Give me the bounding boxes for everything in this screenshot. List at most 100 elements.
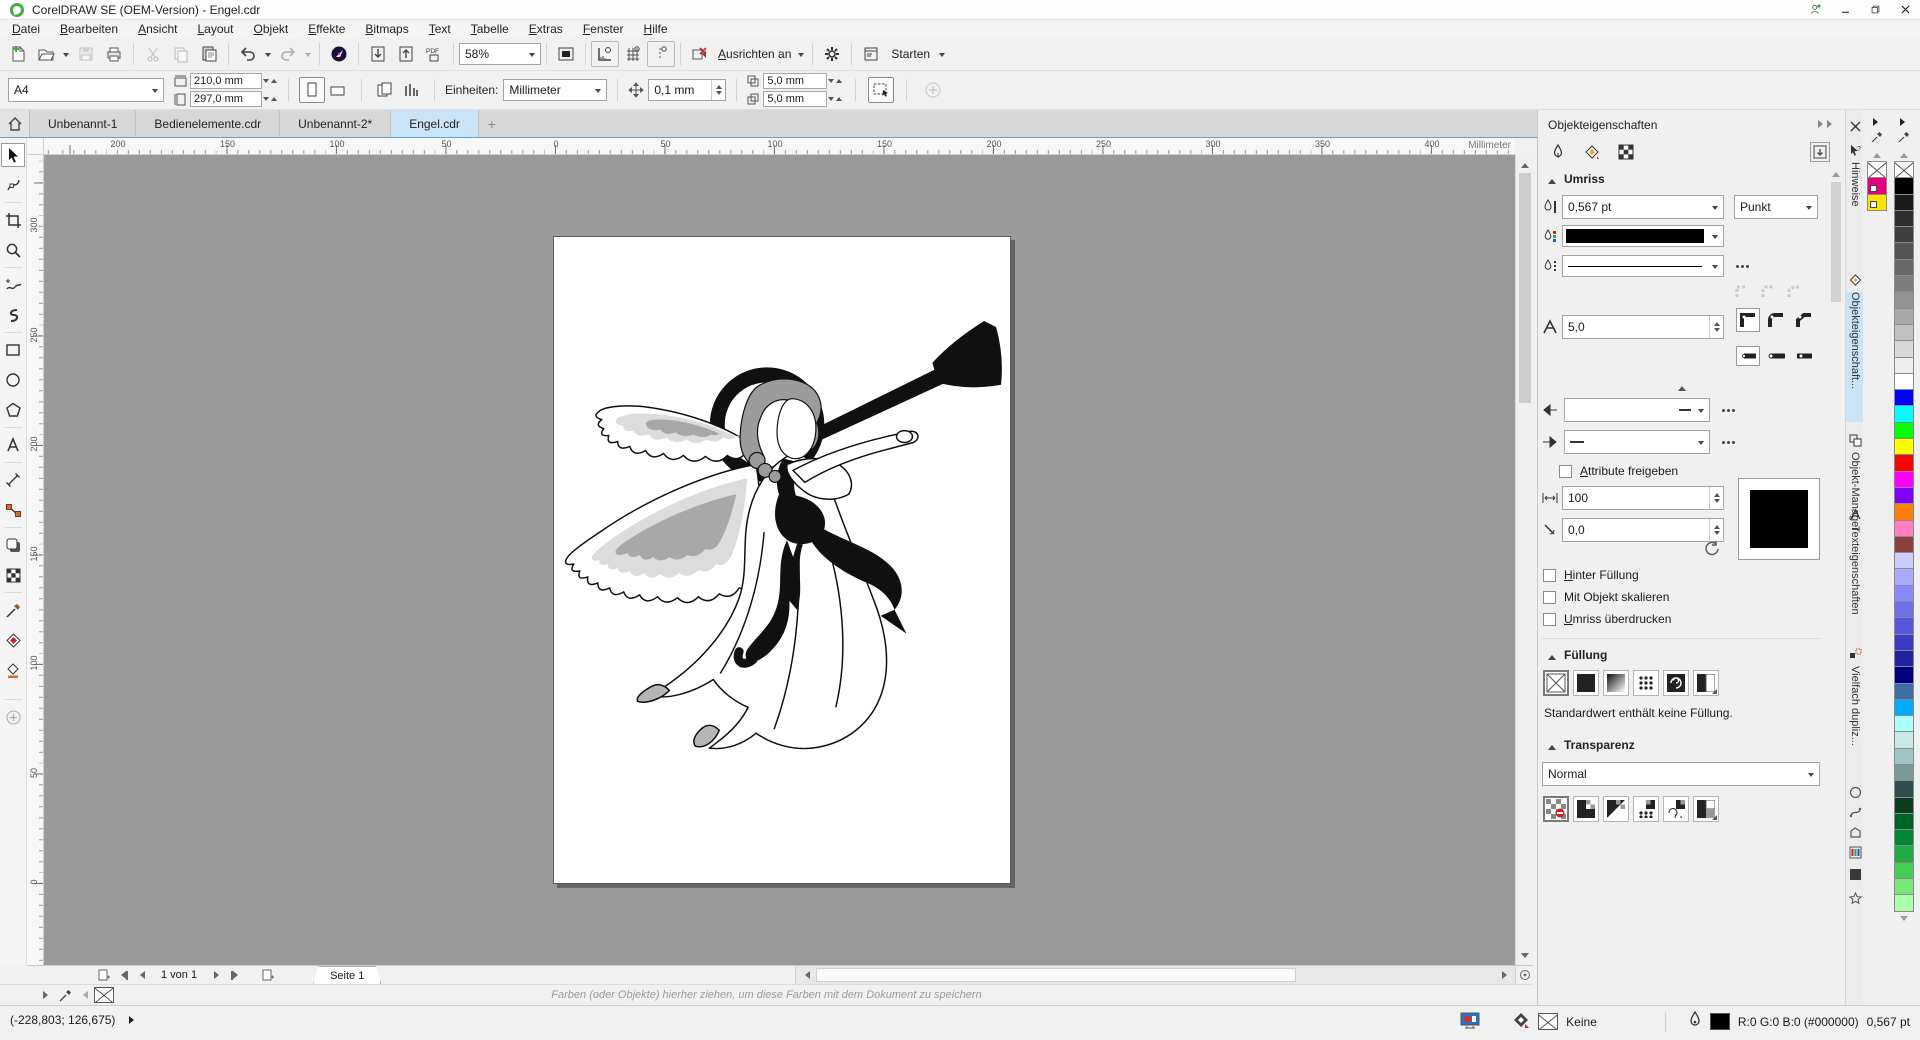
redo-button[interactable] <box>274 41 302 67</box>
search-content-button[interactable] <box>325 41 353 67</box>
color-swatch[interactable] <box>1894 764 1914 781</box>
transparency-tool[interactable] <box>1 563 25 587</box>
duplicate-x-spinner[interactable] <box>827 76 843 86</box>
corner-miter-button[interactable] <box>1736 308 1760 332</box>
ellipse-docker-icon[interactable] <box>1847 784 1863 800</box>
stretch-field[interactable]: 100 <box>1562 486 1724 510</box>
horizontal-ruler[interactable]: 20015010050050100150200250300350400 Mill… <box>44 138 1515 155</box>
color-swatch[interactable] <box>1894 291 1914 308</box>
freehand-tool[interactable] <box>1 273 25 297</box>
docker-scroll-thumb[interactable] <box>1831 182 1841 302</box>
transparency-fountain-button[interactable] <box>1603 796 1629 822</box>
scroll-to-setting-button[interactable] <box>1810 142 1830 162</box>
start-arrowhead-combo[interactable] <box>1564 398 1710 422</box>
color-swatch[interactable] <box>1894 275 1914 292</box>
hints-tab-icon[interactable]: ? <box>1847 142 1863 158</box>
merge-mode-dropdown[interactable] <box>1803 763 1819 785</box>
print-button[interactable] <box>100 41 128 67</box>
outline-style-settings-button[interactable] <box>1736 265 1749 268</box>
color-swatch[interactable] <box>1894 520 1914 537</box>
add-page-end-button[interactable] <box>259 966 277 984</box>
docker-tab-objekteigenschaften[interactable]: Objekteigenschaft... <box>1846 292 1864 422</box>
customize-toolbox-button[interactable] <box>1 705 25 729</box>
object-manager-tab-icon[interactable] <box>1847 432 1863 448</box>
color-swatch[interactable] <box>1894 503 1914 520</box>
palette-scroll-up[interactable] <box>1873 149 1881 158</box>
cap-round-button[interactable] <box>1764 346 1788 366</box>
pick-tool[interactable] <box>1 143 25 167</box>
behind-fill-checkbox[interactable] <box>1543 569 1556 582</box>
add-property-button[interactable] <box>919 77 947 103</box>
menu-item[interactable]: Datei <box>2 20 50 38</box>
start-arrowhead-settings[interactable] <box>1722 409 1735 412</box>
close-button[interactable] <box>1890 0 1920 20</box>
tilt-field[interactable]: 0,0 <box>1562 518 1724 542</box>
end-arrowhead-settings[interactable] <box>1722 441 1735 444</box>
outline-width-dropdown[interactable] <box>1707 196 1723 218</box>
duplicate-y-field[interactable]: 5,0 mm <box>763 91 827 107</box>
document-tab[interactable]: Unbenannt-2* <box>280 110 391 137</box>
fill-pattern-button[interactable] <box>1633 670 1659 696</box>
cap-square-button[interactable] <box>1792 346 1816 366</box>
nudge-spinner[interactable] <box>711 80 725 100</box>
horizontal-scrollbar[interactable] <box>795 966 1515 984</box>
crop-tool[interactable] <box>1 208 25 232</box>
docker-tab-hinweise[interactable]: Hinweise <box>1846 162 1864 234</box>
zoom-level-combo[interactable]: 58% <box>459 43 541 65</box>
dimension-tool[interactable] <box>1 468 25 492</box>
palette-eyedropper-icon[interactable] <box>1871 131 1883 146</box>
color-swatch[interactable] <box>1894 683 1914 700</box>
portrait-button[interactable] <box>299 77 325 103</box>
new-document-button[interactable] <box>4 41 32 67</box>
undo-button[interactable] <box>234 41 262 67</box>
fill-tab-icon[interactable] <box>1582 142 1602 162</box>
color-swatch[interactable] <box>1894 797 1914 814</box>
color-swatch[interactable] <box>1894 161 1914 178</box>
transparency-texture-button[interactable] <box>1663 796 1689 822</box>
landscape-button[interactable] <box>325 77 351 103</box>
menu-item[interactable]: Layout <box>187 20 243 38</box>
color-swatch[interactable] <box>1894 373 1914 390</box>
scroll-right-arrow[interactable] <box>1497 966 1515 984</box>
polygon-tool[interactable] <box>1 398 25 422</box>
vertical-scroll-thumb[interactable] <box>1519 173 1531 403</box>
docker-tab-vielfach-duplizieren[interactable]: Vielfach dupliz... <box>1846 666 1864 766</box>
undo-dropdown[interactable] <box>262 41 274 67</box>
docker-tab-texteigenschaften[interactable]: Texteigenschaften <box>1846 526 1864 630</box>
redo-dropdown[interactable] <box>302 41 314 67</box>
color-swatch[interactable] <box>1894 731 1914 748</box>
outline-style-combo[interactable] <box>1562 255 1724 277</box>
drop-shadow-tool[interactable] <box>1 533 25 557</box>
fill-uniform-button[interactable] <box>1573 670 1599 696</box>
publish-pdf-button[interactable]: PDF <box>420 41 448 67</box>
launcher-dropdown[interactable] <box>936 41 948 67</box>
import-button[interactable] <box>364 41 392 67</box>
add-page-start-button[interactable] <box>95 966 113 984</box>
color-swatch[interactable] <box>1894 894 1914 911</box>
color-swatch[interactable] <box>1894 666 1914 683</box>
vertical-ruler[interactable]: 300250200150100500 <box>27 155 44 965</box>
last-page-button[interactable] <box>227 966 245 984</box>
document-color-swatch[interactable] <box>1867 194 1887 211</box>
menu-item[interactable]: Bearbeiten <box>50 20 128 38</box>
outline-width-combo[interactable]: 0,567 pt <box>1562 195 1724 219</box>
page-height-field[interactable]: 297,0 mm <box>190 91 262 107</box>
outline-color-picker[interactable] <box>1562 225 1724 247</box>
transparency-none-button[interactable] <box>1543 796 1569 822</box>
docker-scrollbar[interactable] <box>1829 164 1843 999</box>
page-size-dropdown[interactable] <box>147 79 163 101</box>
color-swatch[interactable] <box>1894 324 1914 341</box>
first-page-button[interactable] <box>113 966 131 984</box>
page-width-spinner[interactable] <box>262 76 278 86</box>
application-launcher-label[interactable]: Starten <box>891 47 930 61</box>
color-swatch[interactable] <box>1894 634 1914 651</box>
drawing-canvas[interactable] <box>44 155 1515 965</box>
outline-tab-icon[interactable] <box>1548 142 1568 162</box>
transparency-tab-icon[interactable] <box>1616 142 1636 162</box>
artistic-media-tool[interactable] <box>1 303 25 327</box>
color-swatch[interactable] <box>1894 308 1914 325</box>
outline-units-combo[interactable]: Punkt <box>1734 195 1818 219</box>
color-swatch[interactable] <box>1894 471 1914 488</box>
color-swatch[interactable] <box>1894 748 1914 765</box>
shape-docker-icon[interactable] <box>1847 824 1863 840</box>
